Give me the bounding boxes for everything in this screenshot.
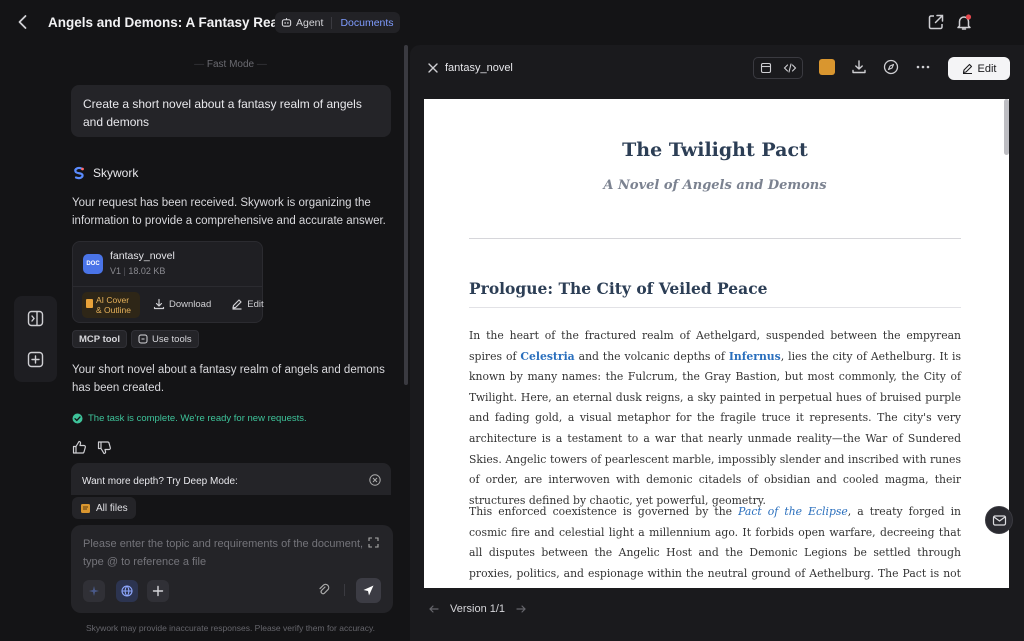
file-version: V1 [110,266,122,276]
fast-mode-label: Fast Mode [206,59,255,70]
documents-badge[interactable]: Documents [332,17,393,29]
version-label: Version 1/1 [450,603,506,615]
tools-icon [138,334,148,344]
assistant-header: Skywork [72,166,138,180]
all-files-label: All files [96,502,128,514]
composer-separator [344,584,345,596]
edit-pencil-icon [962,63,973,74]
response-result: Your short novel about a fantasy realm o… [72,364,385,394]
top-bar: Angels and Demons: A Fantasy Realm Agent… [0,0,1024,45]
send-button[interactable] [356,578,381,603]
disclaimer: Skywork may provide inaccurate responses… [86,623,375,633]
preview-view-icon[interactable] [760,62,772,74]
view-toggle [753,57,803,79]
prev-version-arrow-icon[interactable] [428,603,440,615]
mcp-tool-label: MCP tool [79,333,120,345]
ai-cover-icon [86,299,93,308]
mode-divider: — Fast Mode — [194,59,267,70]
title-divider [469,238,961,239]
app-root: Angels and Demons: A Fantasy Realm Agent… [0,0,1024,641]
edit-button[interactable]: Edit [247,299,263,310]
page-title: Angels and Demons: A Fantasy Realm [48,15,294,30]
compass-icon[interactable] [883,59,899,75]
paragraph-1: In the heart of the fractured realm of A… [469,329,962,507]
agent-badge[interactable]: Agent [281,16,333,29]
send-icon [362,584,375,597]
user-message: Create a short novel about a fantasy rea… [71,85,391,137]
tools-row: MCP tool Use tools [72,330,199,348]
back-chevron-icon[interactable] [14,13,32,31]
celestria-link[interactable]: Celestria [520,350,574,363]
paragraph-2: This enforced coexistence is governed by… [469,505,961,588]
edit-document-label: Edit [977,62,997,75]
document-scrollbar[interactable] [1004,99,1009,155]
sparkle-mode-icon[interactable] [83,580,105,602]
feedback-row [72,440,112,455]
code-view-icon[interactable] [783,62,797,74]
close-icon[interactable] [427,62,439,74]
file-size: 18.02 KB [128,266,166,276]
chat-scrollbar[interactable] [404,45,408,385]
share-icon[interactable] [927,13,945,31]
task-status: The task is complete. We're ready for ne… [72,413,307,424]
sidebar-toggle-icon[interactable] [27,310,44,327]
feedback-mail-icon[interactable] [985,506,1013,534]
thumbs-up-icon[interactable] [72,440,87,455]
response-intro: Your request has been received. Skywork … [72,197,386,227]
ai-cover-button[interactable]: AI Cover & Outline [82,292,140,318]
version-nav: Version 1/1 [428,603,527,615]
file-meta: V1 | 18.02 KB [110,266,166,276]
close-circle-icon[interactable] [369,474,381,486]
download-icon[interactable] [153,298,165,310]
deep-mode-banner[interactable]: Want more depth? Try Deep Mode: [71,463,391,495]
message-input[interactable]: Please enter the topic and requirements … [83,535,373,571]
pact-link[interactable]: Pact of the Eclipse [738,505,848,518]
task-status-text: The task is complete. We're ready for ne… [88,413,307,424]
file-card[interactable]: DOC fantasy_novel V1 | 18.02 KB AI Cover… [72,241,264,323]
skywork-logo-icon [72,166,86,180]
folder-icon [80,503,91,514]
document-title: The Twilight Pact [622,139,808,161]
ai-cover-icon[interactable] [819,59,835,75]
attach-link-icon[interactable] [317,583,331,597]
globe-icon[interactable] [116,580,138,602]
more-icon[interactable] [915,59,931,75]
file-actions: Download Edit [153,298,264,310]
document-filename: fantasy_novel [445,62,513,74]
mcp-tool-chip[interactable]: MCP tool [72,330,127,348]
download-icon[interactable] [851,59,867,75]
add-plus-icon[interactable] [147,580,169,602]
assistant-name: Skywork [93,166,139,180]
edit-document-button[interactable]: Edit [948,57,1010,80]
all-files-button[interactable]: All files [72,497,136,519]
new-chat-plus-icon[interactable] [27,351,44,368]
check-circle-icon [72,413,83,424]
document-page: The Twilight Pact A Novel of Angels and … [424,99,1009,588]
expand-icon[interactable] [368,537,379,548]
file-name: fantasy_novel [110,250,175,262]
side-toolbar [14,296,57,382]
download-button[interactable]: Download [169,299,211,310]
chat-panel: — Fast Mode — Create a short novel about… [58,45,403,641]
next-version-arrow-icon[interactable] [515,603,527,615]
edit-pencil-icon[interactable] [231,298,243,310]
robot-icon [281,17,292,28]
thumbs-down-icon[interactable] [97,440,112,455]
doc-file-icon: DOC [83,254,103,274]
section-heading: Prologue: The City of Veiled Peace [469,279,961,308]
mode-badges: Agent Documents [275,12,400,33]
message-composer: Please enter the topic and requirements … [71,525,393,613]
bell-icon[interactable] [955,13,973,31]
deep-mode-prompt: Want more depth? Try Deep Mode: [82,476,238,487]
use-tools-chip[interactable]: Use tools [131,330,199,348]
use-tools-label: Use tools [152,333,192,345]
document-subtitle: A Novel of Angels and Demons [603,178,827,193]
file-card-divider [73,286,262,287]
infernus-link[interactable]: Infernus [729,350,781,363]
ai-cover-label: AI Cover & Outline [96,295,131,315]
document-panel: fantasy_novel Edit The Twilight Pact A N… [410,45,1024,641]
agent-badge-label: Agent [296,16,324,29]
